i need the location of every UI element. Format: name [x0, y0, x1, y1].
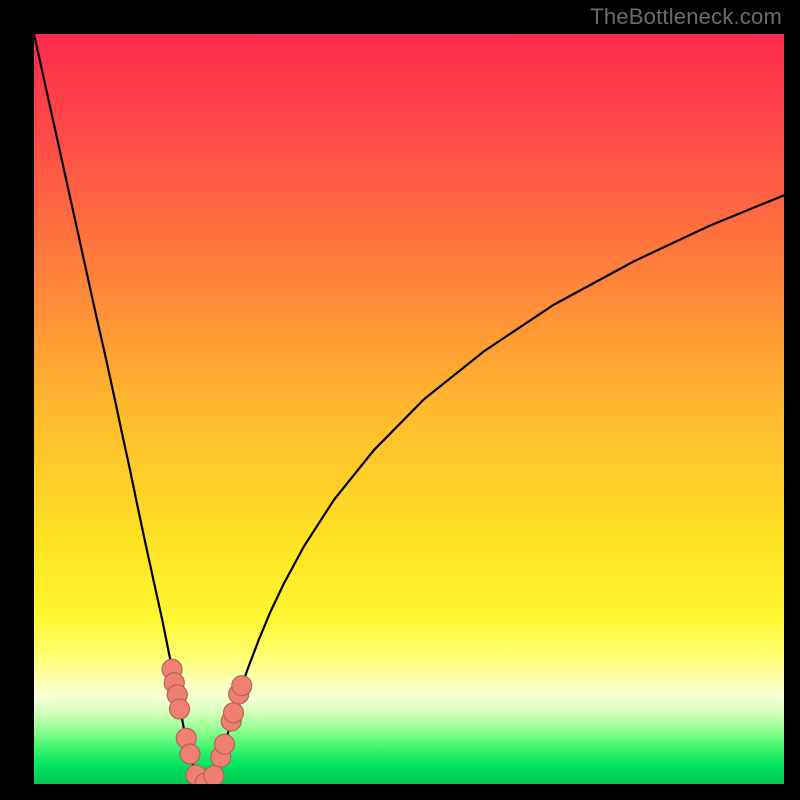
data-point: [232, 676, 252, 696]
plot-area: [34, 34, 784, 784]
data-point: [204, 766, 224, 784]
data-point: [170, 699, 190, 719]
data-point: [215, 734, 235, 754]
data-points-group: [162, 659, 252, 784]
chart-frame: TheBottleneck.com: [0, 0, 800, 800]
data-point: [180, 744, 200, 764]
data-point: [224, 703, 244, 723]
points-layer: [34, 34, 784, 784]
watermark-text: TheBottleneck.com: [590, 4, 782, 30]
